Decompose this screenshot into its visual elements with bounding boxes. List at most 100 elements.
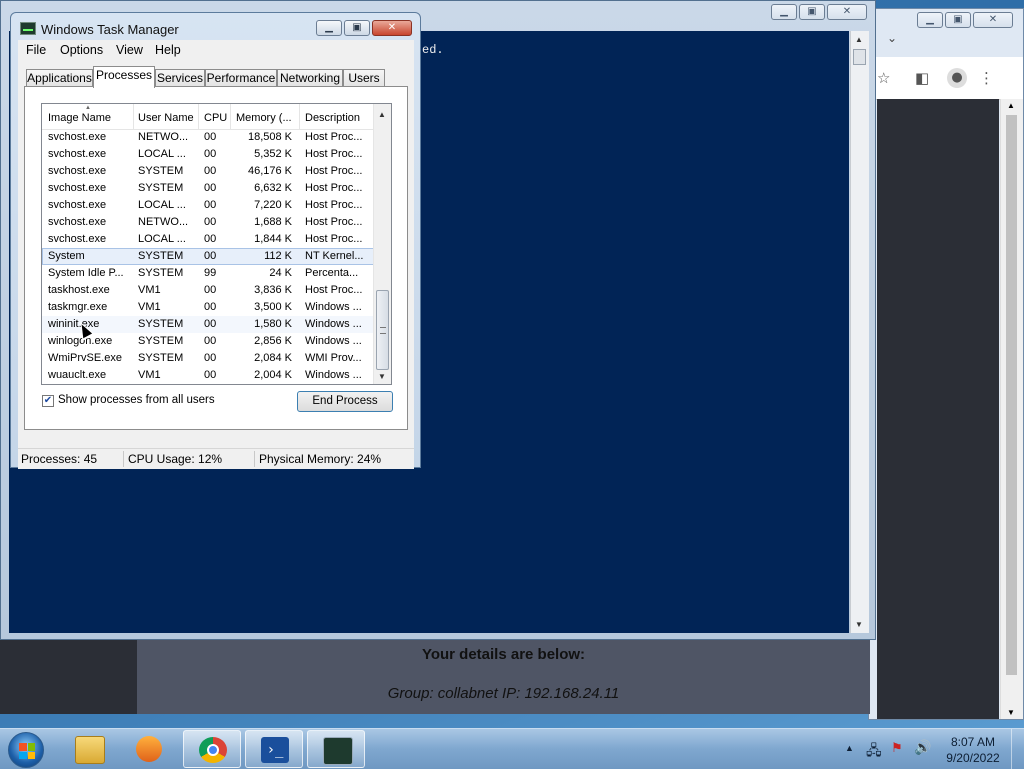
taskbar-explorer[interactable] bbox=[60, 730, 118, 768]
profile-avatar-icon[interactable]: ● bbox=[947, 68, 967, 88]
network-icon[interactable]: 🖧 bbox=[866, 740, 882, 764]
window-title: Windows Task Manager bbox=[41, 22, 179, 37]
column-cpu[interactable]: CPU bbox=[204, 112, 227, 124]
powershell-window-controls: ▁ ▣ ✕ bbox=[771, 4, 867, 20]
process-row[interactable]: WmiPrvSE.exe SYSTEM 00 2,084 K WMI Prov... bbox=[42, 350, 375, 367]
maximize-button[interactable]: ▣ bbox=[344, 20, 370, 36]
browser-maximize-button[interactable]: ▣ bbox=[945, 12, 971, 28]
cell-user-name: SYSTEM bbox=[138, 352, 184, 364]
folder-icon bbox=[75, 736, 105, 764]
side-panel-icon[interactable]: ◧ bbox=[915, 69, 929, 87]
status-cpu-usage: CPU Usage: 12% bbox=[128, 452, 223, 466]
scroll-down-icon[interactable]: ▼ bbox=[855, 620, 863, 629]
show-all-users-checkbox[interactable]: ✔ bbox=[42, 395, 54, 407]
process-row[interactable]: System Idle P... SYSTEM 99 24 K Percenta... bbox=[42, 265, 375, 282]
process-row[interactable]: svchost.exe NETWO... 00 18,508 K Host Proc..… bbox=[42, 129, 375, 146]
bookmark-star-icon[interactable]: ☆ bbox=[877, 69, 890, 87]
menu-help[interactable]: Help bbox=[155, 43, 181, 57]
volume-icon[interactable]: 🔊 bbox=[914, 739, 931, 756]
process-list[interactable]: ▲ Image Name User Name CPU Memory (... D… bbox=[41, 103, 392, 385]
powershell-close-button[interactable]: ✕ bbox=[827, 4, 867, 20]
cell-memory: 3,836 K bbox=[254, 284, 292, 296]
browser-close-button[interactable]: ✕ bbox=[973, 12, 1013, 28]
tab-performance[interactable]: Performance bbox=[205, 69, 277, 87]
tab-networking[interactable]: Networking bbox=[277, 69, 343, 87]
cell-memory: 1,844 K bbox=[254, 233, 292, 245]
minimize-button[interactable]: ▁ bbox=[316, 20, 342, 36]
taskbar-media-player[interactable] bbox=[121, 730, 179, 768]
tab-services[interactable]: Services bbox=[155, 69, 205, 87]
tab-applications[interactable]: Applications bbox=[26, 69, 93, 87]
tab-processes[interactable]: Processes bbox=[93, 66, 155, 88]
cell-user-name: LOCAL ... bbox=[138, 148, 186, 160]
scroll-up-icon[interactable]: ▲ bbox=[855, 35, 863, 44]
process-row[interactable]: wuauclt.exe VM1 00 2,004 K Windows ... bbox=[42, 367, 375, 384]
console-output-line: ed. bbox=[422, 43, 444, 57]
cell-image-name: System bbox=[48, 250, 85, 262]
menu-view[interactable]: View bbox=[116, 43, 143, 57]
scroll-up-icon[interactable]: ▲ bbox=[378, 110, 386, 119]
browser-minimize-button[interactable]: ▁ bbox=[917, 12, 943, 28]
cell-image-name: svchost.exe bbox=[48, 199, 107, 211]
task-manager-icon bbox=[20, 22, 36, 35]
clock[interactable]: 8:07 AM 9/20/2022 bbox=[938, 734, 1008, 766]
cell-description: Percenta... bbox=[305, 267, 359, 279]
process-rows: svchost.exe NETWO... 00 18,508 K Host Proc..… bbox=[42, 129, 375, 384]
process-row[interactable]: taskhost.exe VM1 00 3,836 K Host Proc... bbox=[42, 282, 375, 299]
cell-user-name: NETWO... bbox=[138, 216, 189, 228]
cell-memory: 3,500 K bbox=[254, 301, 292, 313]
browser-scrollbar[interactable]: ▲ ▼ bbox=[1000, 99, 1023, 719]
scroll-down-icon[interactable]: ▼ bbox=[378, 372, 386, 381]
cell-description: Host Proc... bbox=[305, 165, 363, 177]
column-description[interactable]: Description bbox=[305, 112, 360, 124]
page-details-panel: Your details are below: Group: collabnet… bbox=[0, 640, 870, 714]
taskbar-chrome[interactable] bbox=[183, 730, 241, 768]
menu-file[interactable]: File bbox=[26, 43, 46, 57]
start-button[interactable] bbox=[8, 732, 44, 768]
process-row[interactable]: svchost.exe LOCAL ... 00 1,844 K Host Proc..… bbox=[42, 231, 375, 248]
cell-description: Windows ... bbox=[305, 335, 362, 347]
scroll-up-icon[interactable]: ▲ bbox=[1007, 101, 1015, 110]
cell-image-name: System Idle P... bbox=[48, 267, 124, 279]
cell-user-name: LOCAL ... bbox=[138, 199, 186, 211]
scroll-down-icon[interactable]: ▼ bbox=[1007, 708, 1015, 717]
more-menu-icon[interactable]: ⋮ bbox=[979, 69, 994, 87]
show-hidden-icons-icon[interactable]: ▲ bbox=[845, 743, 854, 753]
taskbar-powershell[interactable]: ›_ bbox=[245, 730, 303, 768]
cell-memory: 2,856 K bbox=[254, 335, 292, 347]
cell-cpu: 00 bbox=[204, 199, 217, 211]
show-all-users-label: Show processes from all users bbox=[58, 394, 215, 406]
column-user-name[interactable]: User Name bbox=[138, 112, 194, 124]
column-image-name[interactable]: Image Name bbox=[48, 112, 111, 124]
process-row[interactable]: svchost.exe SYSTEM 00 6,632 K Host Proc... bbox=[42, 180, 375, 197]
browser-scroll-thumb[interactable] bbox=[1006, 115, 1017, 675]
column-memory[interactable]: Memory (... bbox=[236, 112, 292, 124]
cell-image-name: svchost.exe bbox=[48, 131, 107, 143]
cell-description: Host Proc... bbox=[305, 233, 363, 245]
process-row[interactable]: taskmgr.exe VM1 00 3,500 K Windows ... bbox=[42, 299, 375, 316]
process-list-scroll-thumb[interactable] bbox=[376, 290, 389, 370]
cell-image-name: svchost.exe bbox=[48, 216, 107, 228]
powershell-maximize-button[interactable]: ▣ bbox=[799, 4, 825, 20]
powershell-minimize-button[interactable]: ▁ bbox=[771, 4, 797, 20]
process-row[interactable]: svchost.exe SYSTEM 00 46,176 K Host Proc... bbox=[42, 163, 375, 180]
task-manager-window[interactable]: Windows Task Manager ▁ ▣ ✕ File Options … bbox=[10, 12, 421, 469]
process-row[interactable]: svchost.exe LOCAL ... 00 7,220 K Host Proc..… bbox=[42, 197, 375, 214]
taskbar-task-manager[interactable] bbox=[307, 730, 365, 768]
close-button[interactable]: ✕ bbox=[372, 20, 412, 36]
process-row[interactable]: svchost.exe NETWO... 00 1,688 K Host Proc... bbox=[42, 214, 375, 231]
process-row[interactable]: System SYSTEM 00 112 K NT Kernel... bbox=[42, 248, 375, 265]
cell-description: Host Proc... bbox=[305, 131, 363, 143]
end-process-button[interactable]: End Process bbox=[297, 391, 393, 412]
chevron-down-icon[interactable]: ⌄ bbox=[887, 31, 897, 45]
powershell-scrollbar[interactable]: ▲ ▼ bbox=[850, 31, 869, 633]
cell-cpu: 00 bbox=[204, 233, 217, 245]
tab-users[interactable]: Users bbox=[343, 69, 385, 87]
process-row[interactable]: svchost.exe LOCAL ... 00 5,352 K Host Proc..… bbox=[42, 146, 375, 163]
action-center-icon[interactable]: ⚑ bbox=[891, 740, 903, 756]
powershell-scroll-thumb[interactable] bbox=[853, 49, 866, 65]
process-list-scrollbar[interactable]: ▲ ▼ bbox=[373, 104, 391, 384]
show-desktop-button[interactable] bbox=[1011, 729, 1024, 769]
browser-window[interactable]: ▁ ▣ ✕ ⌄ ☆ ◧ ● ⋮ ▲ ▼ bbox=[868, 8, 1024, 720]
menu-options[interactable]: Options bbox=[60, 43, 103, 57]
